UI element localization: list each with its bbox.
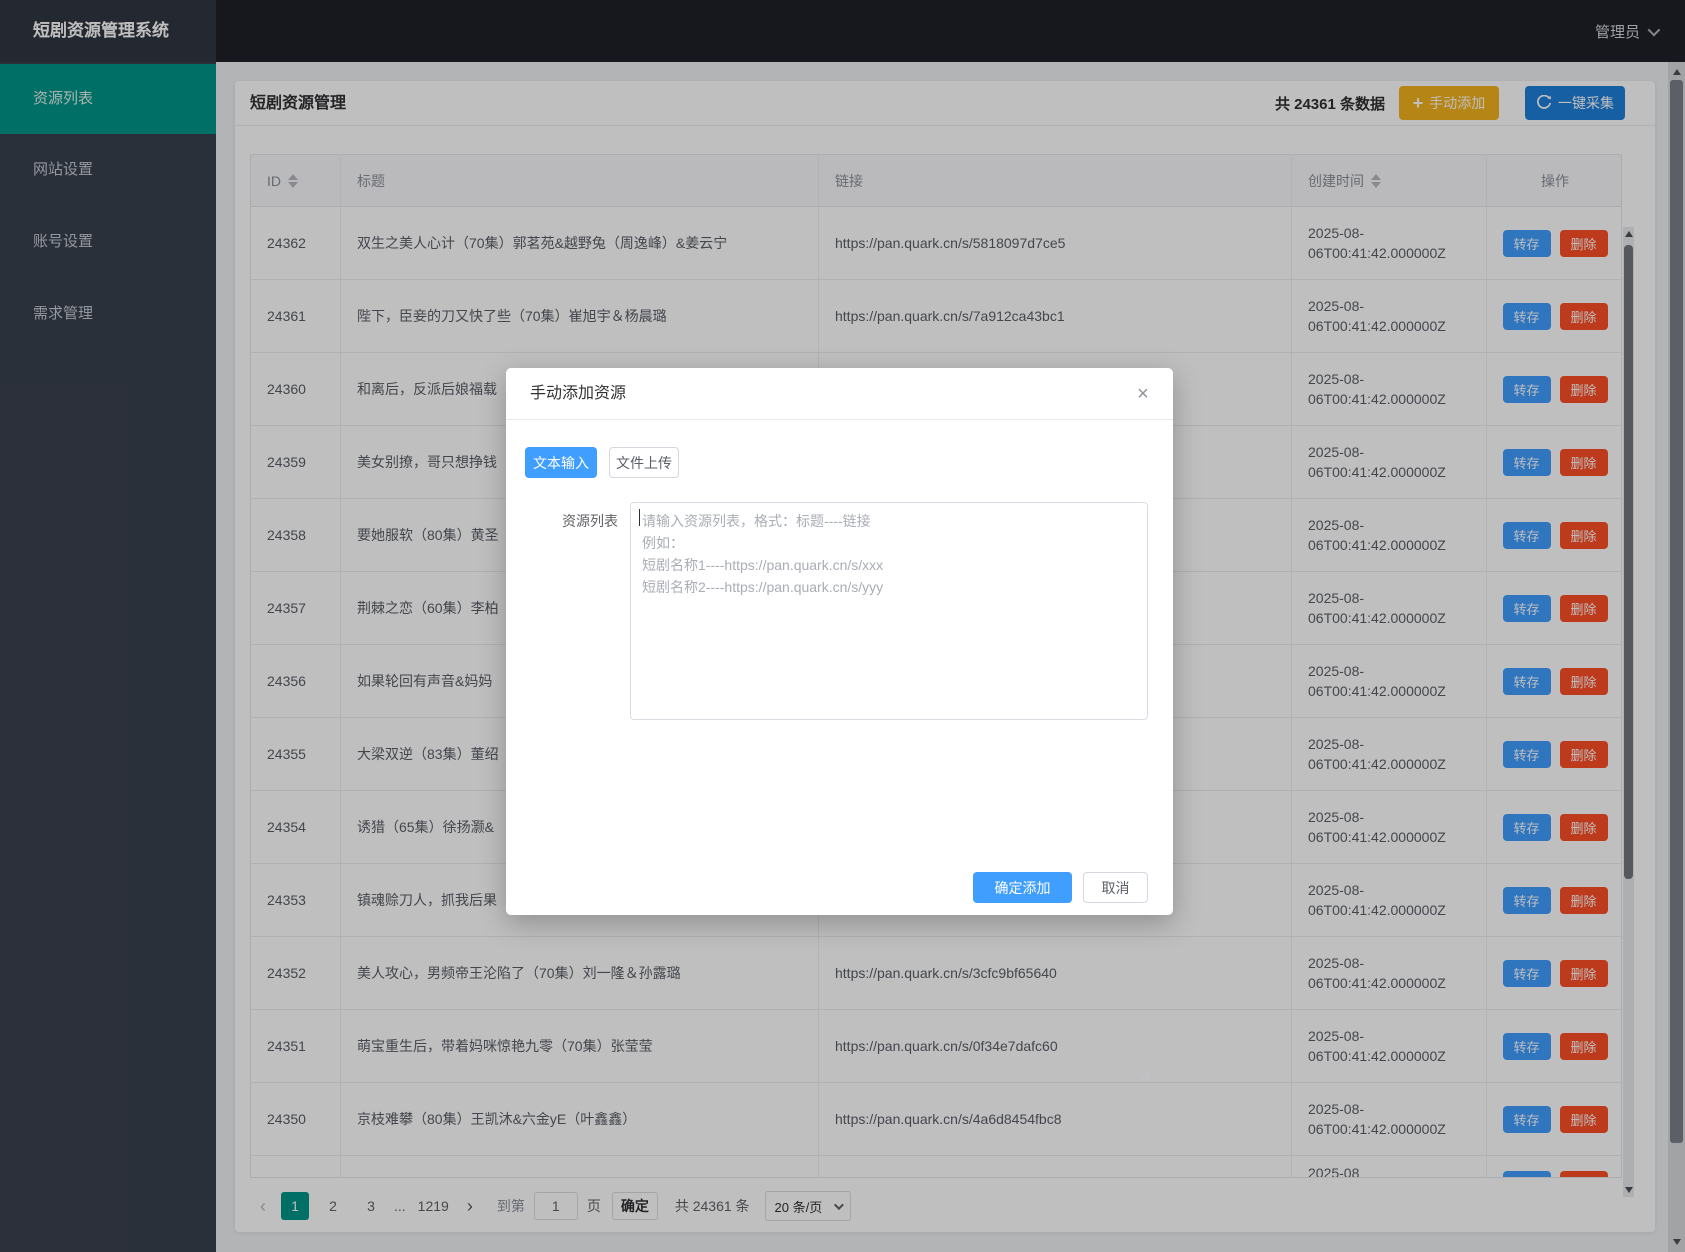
app-root: 管理员 短剧资源管理系统 资源列表 网站设置 账号设置 需求管理 短剧资源管理 …: [0, 0, 1685, 1252]
close-icon[interactable]: ×: [1131, 382, 1155, 406]
cancel-button[interactable]: 取消: [1083, 872, 1148, 903]
resource-list-label: 资源列表: [526, 511, 618, 531]
tab-file-upload[interactable]: 文件上传: [609, 447, 679, 478]
text-caret: [639, 509, 640, 526]
resource-list-textarea[interactable]: [630, 502, 1148, 720]
dialog-title: 手动添加资源: [530, 368, 626, 420]
confirm-add-button[interactable]: 确定添加: [973, 872, 1072, 903]
resize-handle-icon[interactable]: [1139, 1069, 1150, 1080]
manual-add-dialog: 手动添加资源 × 文本输入 文件上传 资源列表 确定添加 取消: [506, 368, 1173, 915]
dialog-header: 手动添加资源 ×: [506, 368, 1173, 420]
tab-text-input[interactable]: 文本输入: [525, 447, 597, 478]
